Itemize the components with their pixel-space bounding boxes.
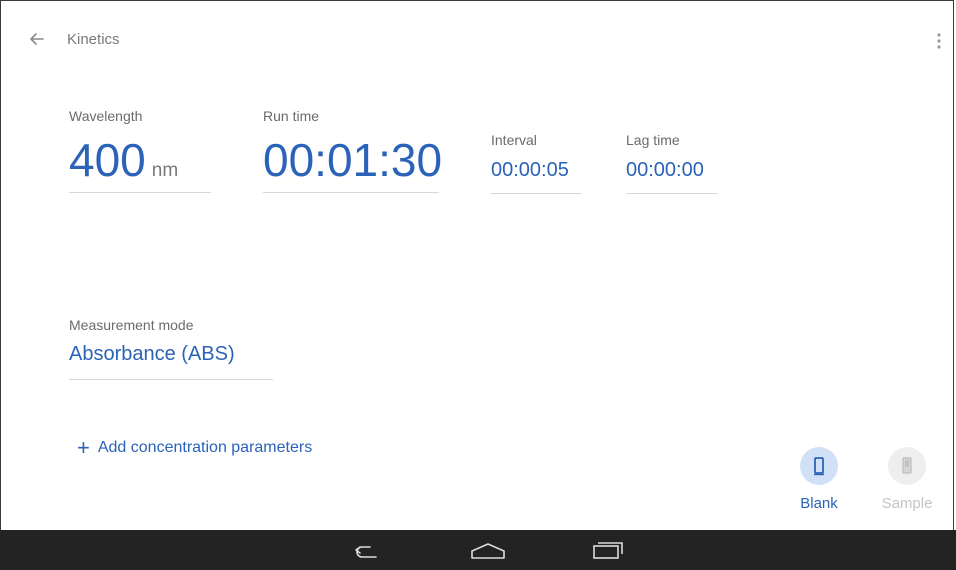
run-time-field[interactable]: Run time 00:01:30 [263, 108, 443, 194]
measurement-mode-label: Measurement mode [69, 317, 194, 333]
system-navigation-bar [0, 530, 956, 570]
cuvette-icon [814, 457, 824, 476]
wavelength-underline [69, 192, 211, 193]
wavelength-number: 400 [69, 134, 146, 186]
interval-label: Interval [491, 132, 537, 148]
cuvette-icon [902, 457, 912, 474]
nav-recent-apps-button[interactable] [588, 538, 628, 564]
add-concentration-parameters-button[interactable]: + Add concentration parameters [77, 437, 312, 459]
arrow-left-icon [30, 33, 44, 45]
run-time-underline [263, 192, 439, 193]
lag-time-underline [626, 193, 718, 194]
top-bar: Kinetics [1, 1, 953, 77]
wavelength-label: Wavelength [69, 108, 143, 124]
nav-home-button[interactable] [468, 538, 508, 564]
measurement-mode-field[interactable]: Measurement mode Absorbance (ABS) [69, 317, 273, 383]
add-concentration-parameters-label: Add concentration parameters [97, 439, 313, 456]
lag-time-field[interactable]: Lag time 00:00:00 [626, 132, 718, 194]
home-icon [471, 543, 505, 559]
back-icon [355, 546, 377, 558]
wavelength-field[interactable]: Wavelength 400 nm [69, 108, 211, 194]
interval-field[interactable]: Interval 00:00:05 [491, 132, 581, 194]
measurement-mode-underline [69, 379, 273, 380]
overflow-menu-button[interactable] [927, 27, 951, 55]
blank-label: Blank [800, 495, 838, 512]
app-window: Kinetics Wavelength 400 nm Run time 00:01… [0, 0, 954, 530]
plus-icon: + [77, 435, 90, 460]
page-title: Kinetics [67, 31, 120, 48]
blank-button[interactable]: Blank [789, 447, 849, 512]
recent-apps-icon [593, 542, 623, 559]
interval-underline [491, 193, 581, 194]
run-time-value: 00:01:30 [263, 134, 443, 186]
more-vertical-icon [937, 33, 941, 49]
wavelength-unit: nm [151, 160, 179, 181]
blank-icon-circle [800, 447, 838, 485]
run-time-label: Run time [263, 108, 320, 124]
lag-time-label: Lag time [626, 132, 680, 148]
sample-button[interactable]: Sample [877, 447, 937, 512]
back-button[interactable] [23, 25, 51, 53]
lag-time-value: 00:00:00 [626, 159, 704, 181]
interval-value: 00:00:05 [491, 159, 569, 181]
nav-back-button[interactable] [346, 538, 386, 564]
measurement-mode-value: Absorbance (ABS) [69, 343, 235, 365]
wavelength-value: 400 nm [69, 136, 211, 195]
sample-icon-circle [888, 447, 926, 485]
sample-label: Sample [881, 495, 933, 512]
